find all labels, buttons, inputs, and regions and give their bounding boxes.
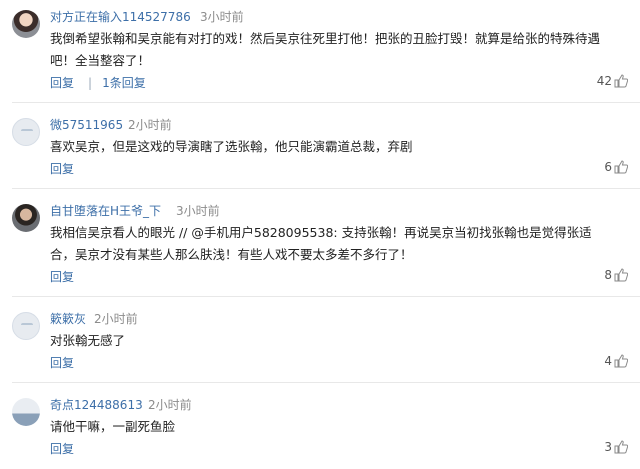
like-button[interactable]: 42: [597, 74, 628, 88]
like-button[interactable]: 3: [604, 440, 628, 454]
comment-text: 对张翰无感了: [50, 330, 630, 352]
comment-text-line: 对张翰无感了: [50, 333, 126, 348]
comment-username[interactable]: 对方正在输入114527786: [50, 8, 191, 25]
comment-username[interactable]: 自甘堕落在H王爷_下: [50, 202, 161, 219]
comment-actions: 回复 | 1条回复: [50, 74, 156, 91]
comment-actions: 回复: [50, 160, 84, 177]
comment-item: 对方正在输入114527786 3小时前 我倒希望张翰和吴京能有对打的戏！然后吴…: [0, 0, 640, 96]
comment-actions: 回复: [50, 354, 84, 371]
like-button[interactable]: 4: [604, 354, 628, 368]
reply-button[interactable]: 回复: [50, 76, 74, 90]
comment-text: 我相信吴京看人的眼光 // @手机用户5828095538: 支持张翰！再说吴京…: [50, 222, 630, 266]
comment-item: 簌簌灰 2小时前 对张翰无感了 回复 4: [0, 302, 640, 382]
comment-text: 请他干嘛，一副死鱼脸: [50, 416, 630, 438]
like-count: 8: [604, 268, 612, 282]
avatar[interactable]: [12, 398, 40, 426]
reply-button[interactable]: 回复: [50, 356, 74, 370]
comment-username[interactable]: 微57511965: [50, 116, 123, 133]
comment-item: 自甘堕落在H王爷_下 3小时前 我相信吴京看人的眼光 // @手机用户58280…: [0, 194, 640, 292]
comment-text-line: 吧！全当整容了！: [50, 53, 151, 68]
comment-text-line: 我相信吴京看人的眼光 // @手机用户5828095538: 支持张翰！再说吴京…: [50, 225, 592, 240]
reply-button[interactable]: 回复: [50, 442, 74, 456]
divider: [12, 188, 640, 189]
comment-item: 微57511965 2小时前 喜欢吴京，但是这戏的导演瞎了选张翰，他只能演霸道总…: [0, 108, 640, 188]
comment-time: 3小时前: [176, 204, 220, 218]
like-count: 42: [596, 74, 612, 88]
action-separator: |: [88, 76, 93, 90]
comment-text-line: 请他干嘛，一副死鱼脸: [50, 419, 176, 434]
like-count: 6: [604, 160, 612, 174]
comment-username[interactable]: 簌簌灰: [50, 310, 86, 327]
like-count: 4: [604, 354, 612, 368]
comment-text-line: 喜欢吴京，但是这戏的导演瞎了选张翰，他只能演霸道总裁，弃剧: [50, 139, 413, 154]
divider: [12, 382, 640, 383]
comment-username[interactable]: 奇点124488613: [50, 396, 143, 413]
comment-actions: 回复: [50, 268, 84, 285]
like-button[interactable]: 6: [604, 160, 628, 174]
like-count: 3: [604, 440, 612, 454]
avatar[interactable]: [12, 204, 40, 232]
comment-item: 奇点124488613 2小时前 请他干嘛，一副死鱼脸 回复 3: [0, 388, 640, 469]
thumbs-up-icon: [614, 160, 628, 174]
avatar[interactable]: [12, 312, 40, 340]
view-replies-button[interactable]: 1条回复: [102, 76, 146, 90]
avatar[interactable]: [12, 10, 40, 38]
thumbs-up-icon: [614, 440, 628, 454]
reply-button[interactable]: 回复: [50, 270, 74, 284]
like-button[interactable]: 8: [604, 268, 628, 282]
reply-button[interactable]: 回复: [50, 162, 74, 176]
thumbs-up-icon: [614, 354, 628, 368]
comment-text-line: 我倒希望张翰和吴京能有对打的戏！然后吴京往死里打他！把张的丑脸打毁！就算是给张的…: [50, 31, 601, 46]
comment-time: 2小时前: [148, 398, 192, 412]
avatar[interactable]: [12, 118, 40, 146]
comment-text: 喜欢吴京，但是这戏的导演瞎了选张翰，他只能演霸道总裁，弃剧: [50, 136, 630, 158]
comment-time: 3小时前: [200, 10, 244, 24]
comment-time: 2小时前: [94, 312, 138, 326]
divider: [12, 296, 640, 297]
thumbs-up-icon: [614, 268, 628, 282]
comment-time: 2小时前: [128, 118, 172, 132]
thumbs-up-icon: [614, 74, 628, 88]
comment-actions: 回复: [50, 440, 84, 457]
comment-text: 我倒希望张翰和吴京能有对打的戏！然后吴京往死里打他！把张的丑脸打毁！就算是给张的…: [50, 28, 630, 72]
divider: [12, 102, 640, 103]
comment-text-line: 合，吴京才没有某些人那么肤浅！有些人戏不要太多差不多行了！: [50, 247, 413, 262]
